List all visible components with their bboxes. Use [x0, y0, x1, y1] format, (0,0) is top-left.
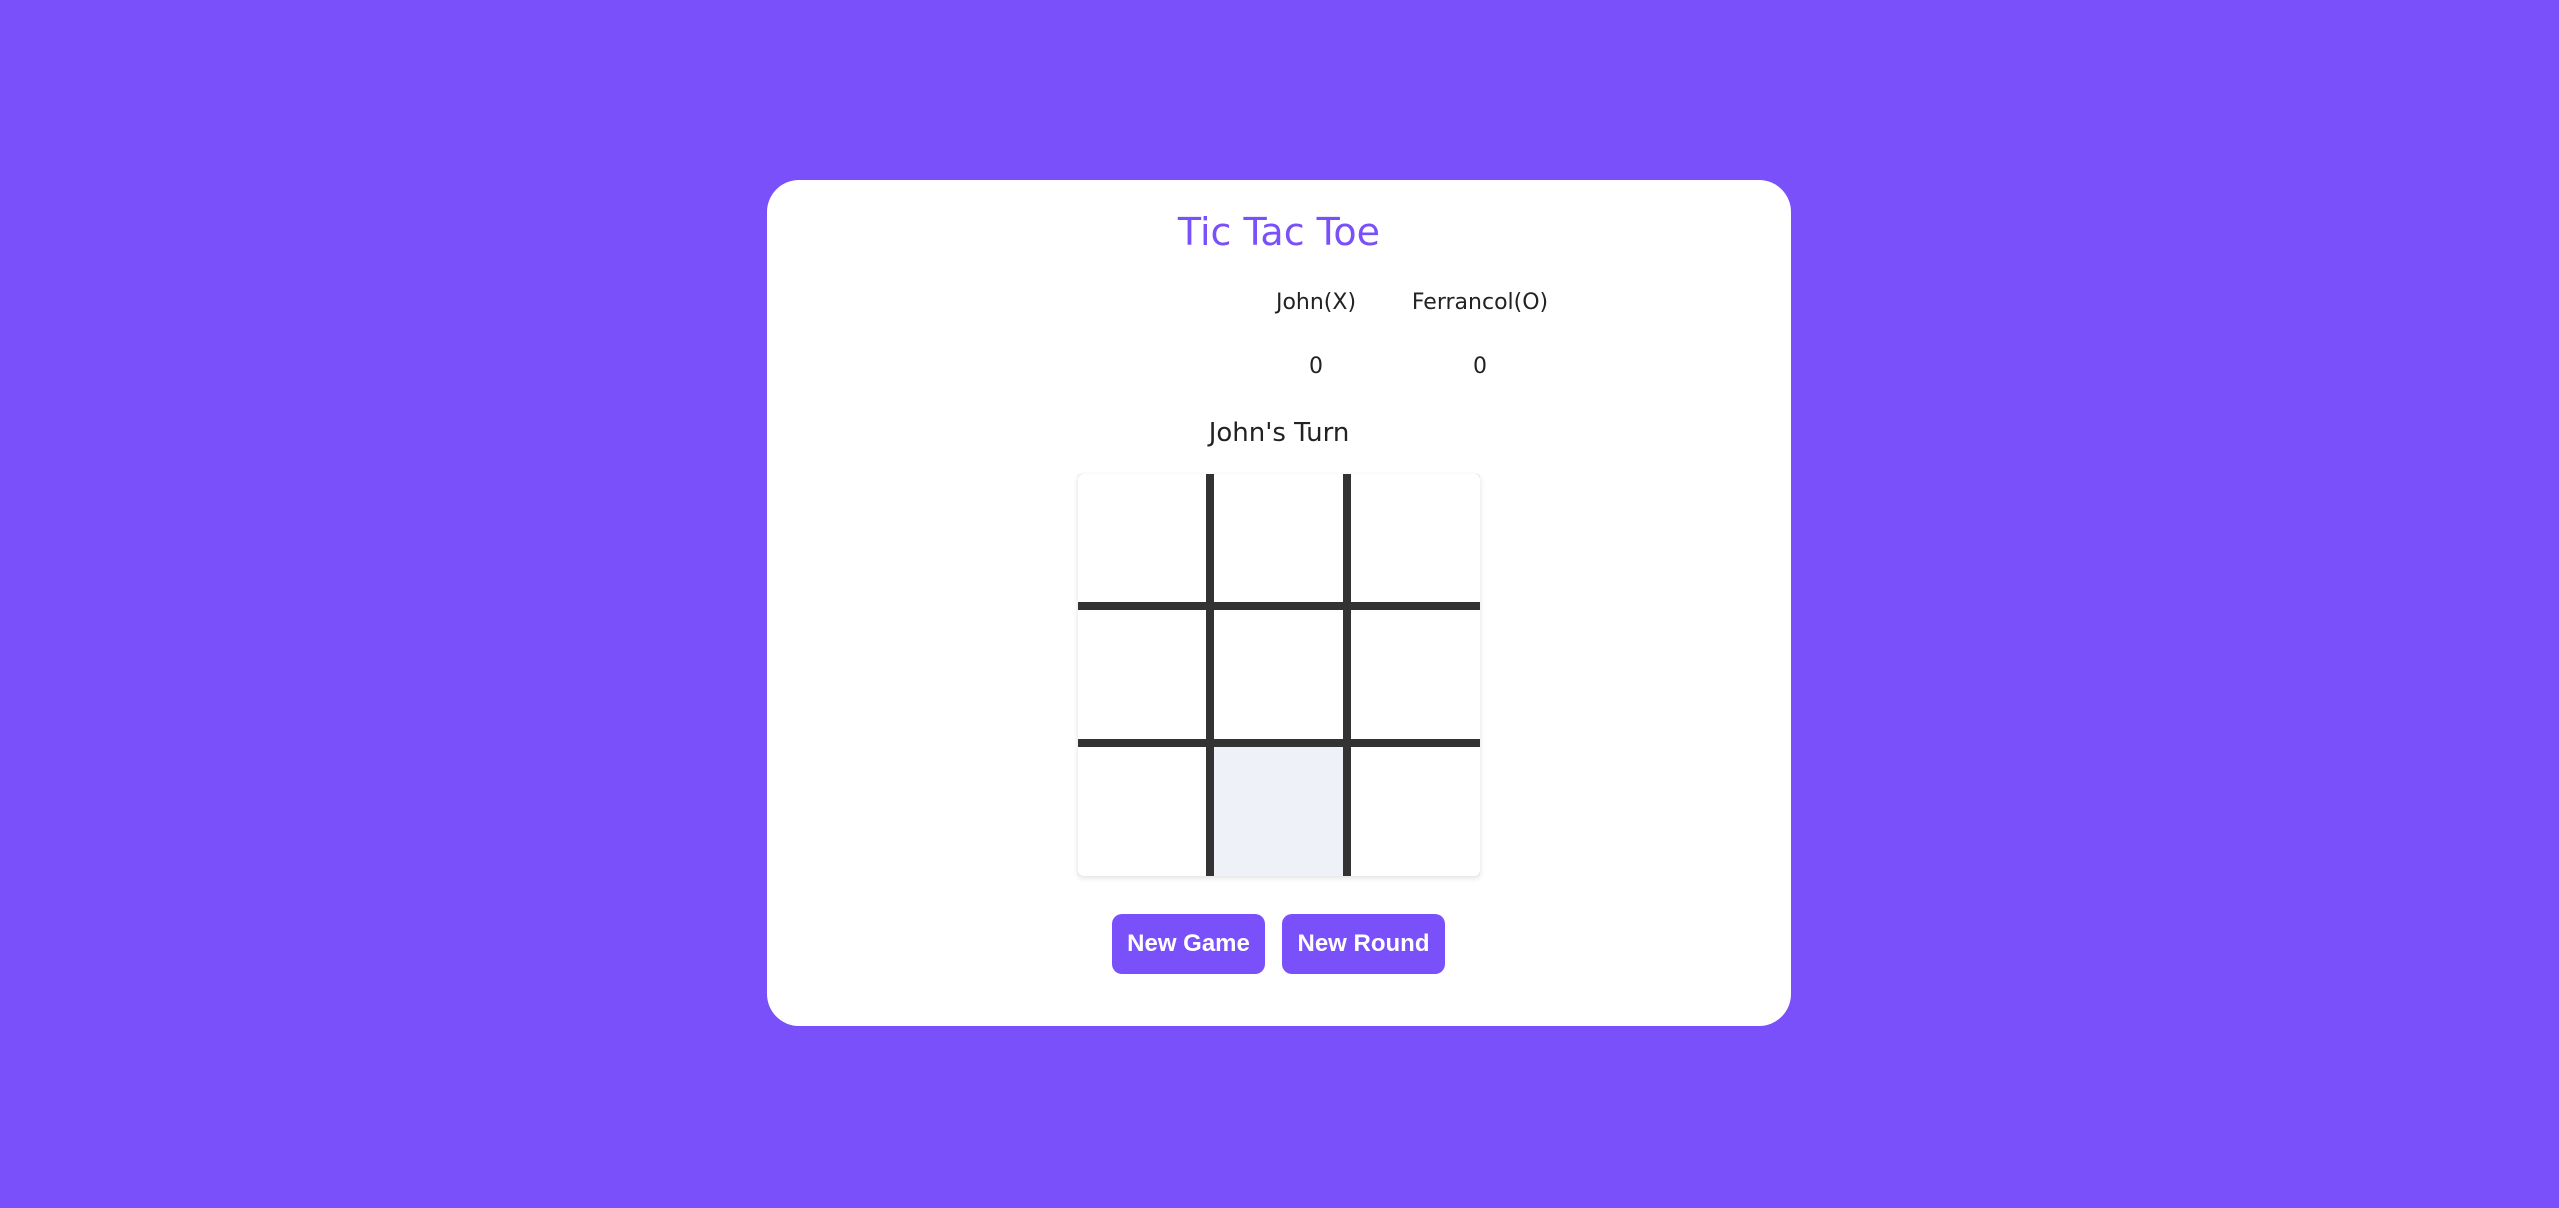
board-cell-7[interactable]: [1078, 747, 1206, 876]
board-cell-2[interactable]: [1214, 474, 1343, 602]
board-cell-1[interactable]: [1078, 474, 1206, 602]
board-cell-5[interactable]: [1214, 610, 1343, 739]
board-cell-8[interactable]: [1214, 747, 1343, 876]
player-two-score: 0: [1473, 354, 1487, 379]
player-two-name: Ferrancol(O): [1411, 290, 1549, 315]
turn-indicator: John's Turn: [1208, 418, 1350, 448]
board-cell-9[interactable]: [1351, 747, 1480, 876]
new-round-button[interactable]: New Round: [1282, 914, 1445, 974]
game-card: Tic Tac Toe John(X) Ferrancol(O) 0 0 Joh…: [767, 180, 1791, 1026]
board-cell-4[interactable]: [1078, 610, 1206, 739]
board-cell-6[interactable]: [1351, 610, 1480, 739]
new-game-button[interactable]: New Game: [1112, 914, 1265, 974]
game-board: [1078, 474, 1480, 876]
game-title: Tic Tac Toe: [1177, 210, 1381, 254]
board-cell-3[interactable]: [1351, 474, 1480, 602]
